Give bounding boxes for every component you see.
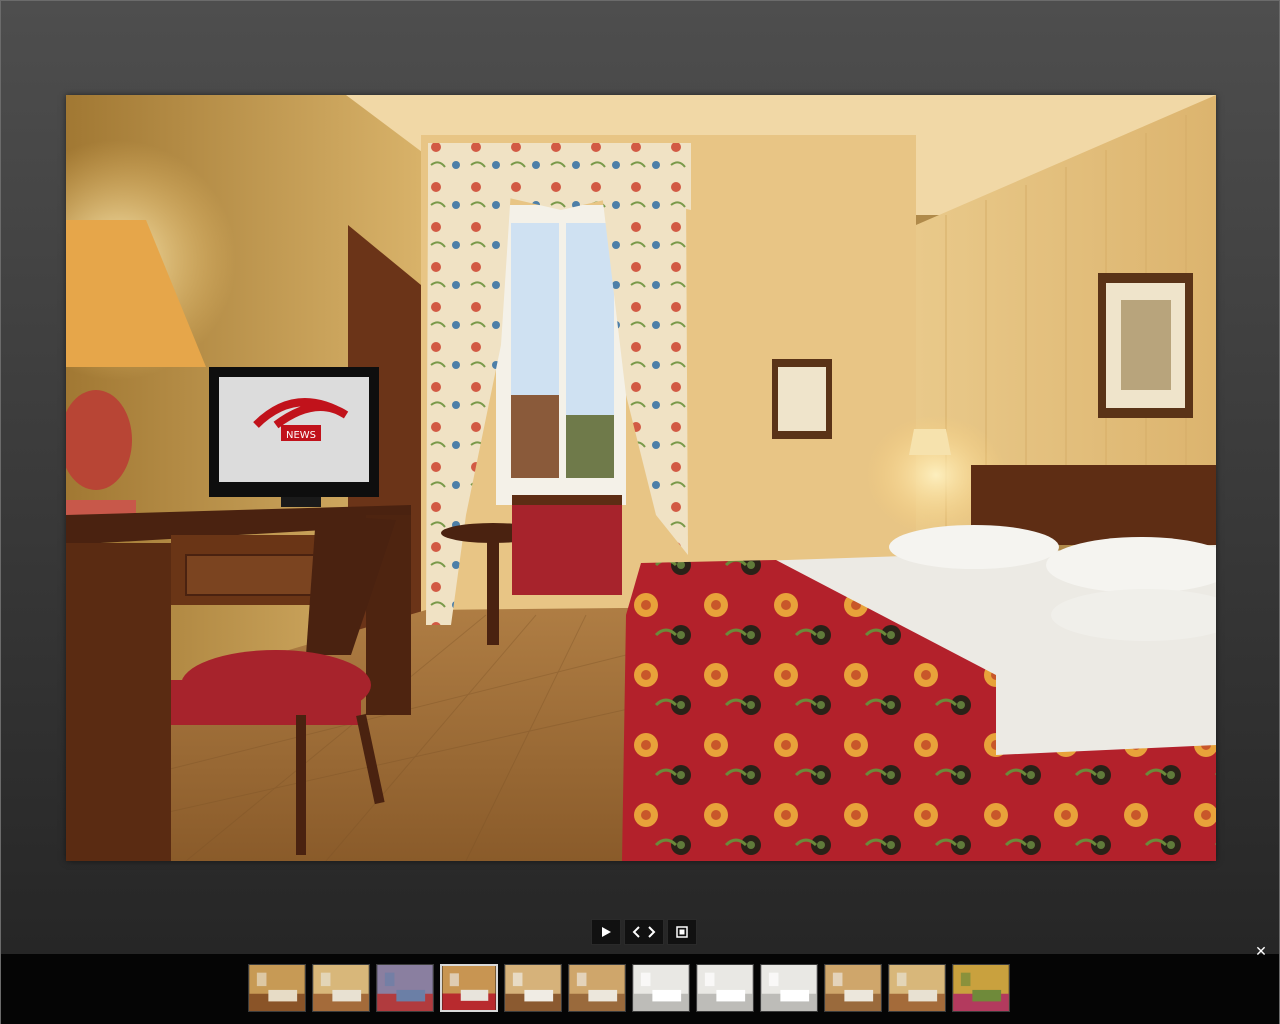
thumbnail-image [697,965,753,1011]
thumbnail-image [249,965,305,1011]
thumbnail-8[interactable] [696,964,754,1012]
thumbnail-2[interactable] [312,964,370,1012]
thumbnail-3[interactable] [376,964,434,1012]
thumbnail-6[interactable] [568,964,626,1012]
thumbnail-4[interactable] [440,964,498,1012]
thumbnail-image [505,965,561,1011]
thumbnail-image [313,965,369,1011]
thumbnail-10[interactable] [824,964,882,1012]
thumbnail-image [825,965,881,1011]
thumbnail-strip: ✕ [1,944,1279,1024]
thumbnail-image [633,965,689,1011]
thumbnail-image [953,965,1009,1011]
fullsize-button[interactable] [667,919,697,945]
thumbnail-12[interactable] [952,964,1010,1012]
thumbnail-9[interactable] [760,964,818,1012]
thumbnail-1[interactable] [248,964,306,1012]
thumbnail-image [569,965,625,1011]
prev-next-icon [632,926,656,938]
play-icon [602,927,611,937]
thumbnail-image [442,966,496,1010]
play-button[interactable] [591,919,621,945]
main-photo: NEWS [66,95,1216,861]
fullsize-icon [676,926,688,938]
lightbox-viewer: NEWS ✕ [0,0,1280,1024]
slideshow-controls [591,919,697,945]
thumbnail-7[interactable] [632,964,690,1012]
close-button[interactable]: ✕ [1253,944,1269,960]
tv-screen-text: NEWS [286,430,316,441]
thumbnail-image [889,965,945,1011]
thumbnail-list [248,964,1010,1012]
thumbnail-11[interactable] [888,964,946,1012]
thumbnail-5[interactable] [504,964,562,1012]
prev-next-button[interactable] [624,919,664,945]
hotel-room-photo: NEWS [66,95,1216,861]
thumbnail-image [761,965,817,1011]
thumbnail-image [377,965,433,1011]
